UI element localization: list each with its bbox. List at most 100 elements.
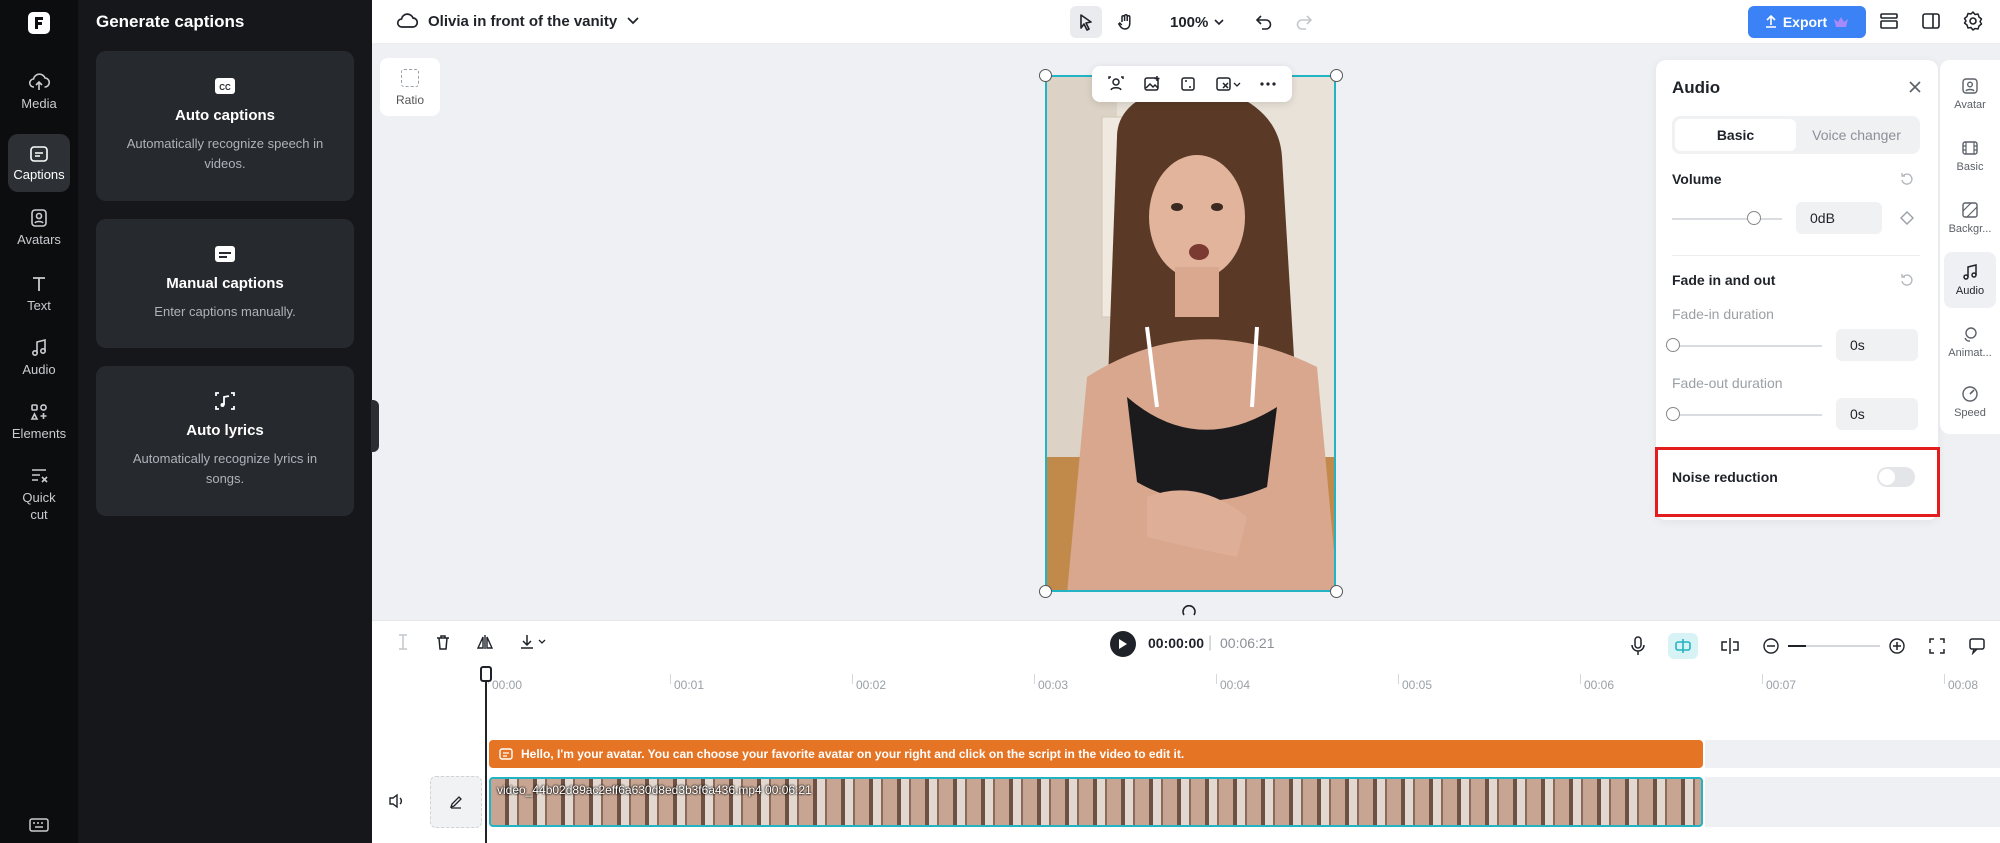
redo-button[interactable]	[1288, 6, 1320, 38]
timeline-toolbar: 00:00:00 | 00:06:21	[372, 620, 2000, 664]
noise-reduction-toggle[interactable]	[1877, 467, 1915, 487]
reset-icon[interactable]	[1900, 273, 1914, 287]
prop-item-basic[interactable]: Basic	[1944, 128, 1996, 184]
replace-image-icon[interactable]	[1143, 75, 1161, 93]
settings-icon[interactable]	[1962, 10, 1984, 32]
microphone-icon[interactable]	[1630, 636, 1646, 656]
lyrics-icon	[213, 390, 237, 412]
caption-clip-icon	[499, 748, 513, 760]
cloud-saved-icon	[396, 13, 418, 28]
download-icon[interactable]	[518, 633, 548, 651]
ratio-button[interactable]: Ratio	[380, 58, 440, 116]
fade-in-input[interactable]: 0s	[1836, 329, 1918, 361]
manual-captions-desc: Enter captions manually.	[154, 304, 296, 319]
project-name[interactable]: Olivia in front of the vanity	[428, 13, 617, 30]
trash-icon[interactable]	[434, 633, 452, 651]
video-clip[interactable]: video_44b02d89ac2eff6a630d8ed3b3f6a436.m…	[489, 777, 1703, 827]
avatar-icon	[31, 208, 47, 227]
ruler-tick	[1034, 674, 1035, 684]
rail-item-media[interactable]: Media	[8, 62, 70, 120]
speaker-icon[interactable]	[388, 793, 406, 809]
crop-icon[interactable]	[1179, 75, 1197, 93]
audio-panel-title: Audio	[1672, 78, 1721, 97]
timeline-zoom-slider[interactable]	[1788, 645, 1880, 647]
tab-basic[interactable]: Basic	[1675, 119, 1796, 151]
rail-item-captions[interactable]: Captions	[8, 134, 70, 192]
fade-in-slider[interactable]	[1672, 345, 1822, 347]
close-icon[interactable]	[1908, 80, 1922, 94]
zoom-in-icon[interactable]	[1888, 637, 1906, 655]
resize-handle-bottom-right[interactable]	[1330, 585, 1343, 598]
text-icon	[33, 276, 45, 291]
rail-item-quick-cut[interactable]: Quick cut	[8, 462, 70, 528]
undo-button[interactable]	[1248, 6, 1280, 38]
text-cursor-icon[interactable]	[396, 633, 410, 651]
remove-background-icon[interactable]	[1107, 75, 1125, 93]
keyboard-icon[interactable]	[29, 817, 49, 833]
playhead[interactable]	[485, 668, 487, 843]
top-bar: Olivia in front of the vanity 100% Expor…	[372, 0, 2000, 44]
caption-track-empty	[1705, 740, 2000, 768]
hand-tool-button[interactable]	[1110, 6, 1142, 38]
video-preview[interactable]	[1045, 75, 1336, 592]
panel-collapse-handle[interactable]	[371, 400, 379, 452]
comment-icon[interactable]	[1968, 637, 1986, 655]
fade-out-input[interactable]: 0s	[1836, 398, 1918, 430]
flip-icon[interactable]	[476, 633, 494, 651]
prop-label-speed: Speed	[1954, 407, 1986, 419]
volume-slider-knob[interactable]	[1747, 211, 1761, 225]
export-button[interactable]: Export	[1748, 6, 1866, 38]
resize-handle-top-right[interactable]	[1330, 69, 1343, 82]
magnet-snap-button[interactable]	[1668, 633, 1698, 659]
prop-item-animation[interactable]: Animat...	[1944, 314, 1996, 370]
auto-captions-card[interactable]: CC Auto captions Automatically recognize…	[96, 51, 354, 201]
layers-icon[interactable]	[1878, 10, 1900, 32]
prop-item-avatar[interactable]: Avatar	[1944, 66, 1996, 122]
zoom-dropdown[interactable]: 100%	[1170, 14, 1224, 31]
ruler-label: 00:08	[1948, 678, 1979, 692]
resize-handle-bottom-left[interactable]	[1039, 585, 1052, 598]
play-button[interactable]	[1110, 631, 1136, 657]
rail-item-elements[interactable]: Elements	[8, 392, 70, 450]
rail-item-audio[interactable]: Audio	[8, 328, 70, 386]
zoom-out-icon[interactable]	[1762, 637, 1780, 655]
fade-in-slider-knob[interactable]	[1666, 338, 1680, 352]
volume-input[interactable]: 0dB	[1796, 202, 1882, 234]
edit-cover-button[interactable]	[430, 776, 482, 828]
split-icon[interactable]	[1720, 637, 1740, 655]
select-tool-button[interactable]	[1070, 6, 1102, 38]
keyframe-icon[interactable]	[1900, 211, 1914, 225]
fade-out-label: Fade-out duration	[1672, 375, 1783, 391]
auto-lyrics-card[interactable]: Auto lyrics Automatically recognize lyri…	[96, 366, 354, 516]
quick-cut-icon	[32, 469, 48, 483]
mask-icon[interactable]	[1215, 75, 1241, 93]
animation-icon	[1964, 327, 1977, 342]
tab-voice-changer[interactable]: Voice changer	[1796, 119, 1917, 151]
project-title-group[interactable]: Olivia in front of the vanity	[396, 12, 639, 30]
avatar-video-frame	[1047, 77, 1334, 590]
fade-out-slider-knob[interactable]	[1666, 407, 1680, 421]
manual-captions-card[interactable]: Manual captions Enter captions manually.	[96, 219, 354, 348]
prop-item-speed[interactable]: Speed	[1944, 374, 1996, 430]
prop-item-audio[interactable]: Audio	[1944, 252, 1996, 308]
rail-label-audio: Audio	[22, 361, 56, 377]
captions-icon	[30, 145, 48, 162]
current-time: 00:00:00	[1148, 635, 1205, 651]
volume-slider[interactable]	[1672, 218, 1782, 220]
playhead-handle[interactable]	[480, 666, 492, 682]
prop-item-background[interactable]: Backgr...	[1944, 190, 1996, 246]
rail-label-quick-cut: Quick cut	[22, 490, 56, 522]
reset-icon[interactable]	[1900, 172, 1914, 186]
rotate-icon[interactable]	[1181, 605, 1197, 619]
more-options-icon[interactable]	[1259, 75, 1277, 93]
fade-out-slider[interactable]	[1672, 414, 1822, 416]
app-logo-icon[interactable]	[28, 12, 50, 34]
property-rail: Avatar Basic Backgr... Audio Animat... S…	[1940, 60, 2000, 434]
chevron-down-icon[interactable]	[627, 17, 639, 25]
resize-handle-top-left[interactable]	[1039, 69, 1052, 82]
split-view-icon[interactable]	[1920, 10, 1942, 32]
rail-item-avatars[interactable]: Avatars	[8, 198, 70, 256]
caption-clip[interactable]: Hello, I'm your avatar. You can choose y…	[489, 740, 1703, 768]
fullscreen-icon[interactable]	[1928, 637, 1946, 655]
rail-item-text[interactable]: Text	[8, 264, 70, 322]
